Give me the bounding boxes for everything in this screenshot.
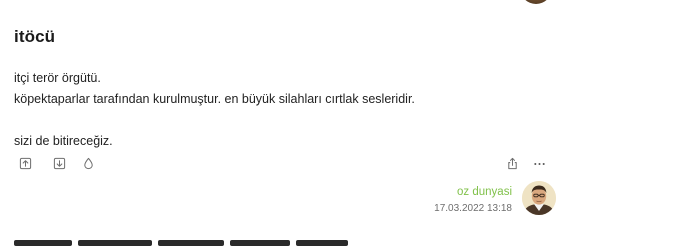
downvote-icon — [53, 157, 65, 169]
downvote-button[interactable] — [50, 154, 68, 172]
drop-icon — [83, 157, 93, 169]
author-link[interactable]: oz dunyasi — [457, 186, 512, 198]
entry-line: itçi terör örgütü. — [14, 71, 101, 85]
entry-body: itçi terör örgütü. köpektaparlar tarafın… — [14, 68, 554, 152]
more-options-button[interactable] — [530, 154, 548, 172]
entry-line-break — [14, 110, 554, 131]
next-entry-title-fragment — [14, 236, 354, 248]
entry-title[interactable]: itöcü — [14, 27, 55, 47]
entry-line: köpektaparlar tarafından kurulmuştur. en… — [14, 92, 415, 106]
favorite-button[interactable] — [79, 154, 97, 172]
more-icon — [533, 162, 545, 165]
share-button[interactable] — [503, 154, 521, 172]
share-icon — [507, 157, 517, 169]
previous-entry-footer — [0, 0, 690, 4]
upvote-button[interactable] — [16, 154, 34, 172]
entry-actions — [14, 154, 549, 172]
author-avatar[interactable] — [522, 181, 556, 215]
entry-line: sizi de bitireceğiz. — [14, 134, 113, 148]
upvote-icon — [19, 157, 31, 169]
avatar-image — [522, 181, 556, 215]
previous-author-avatar[interactable] — [520, 0, 552, 4]
entry-date-link[interactable]: 17.03.2022 13:18 — [434, 203, 512, 214]
